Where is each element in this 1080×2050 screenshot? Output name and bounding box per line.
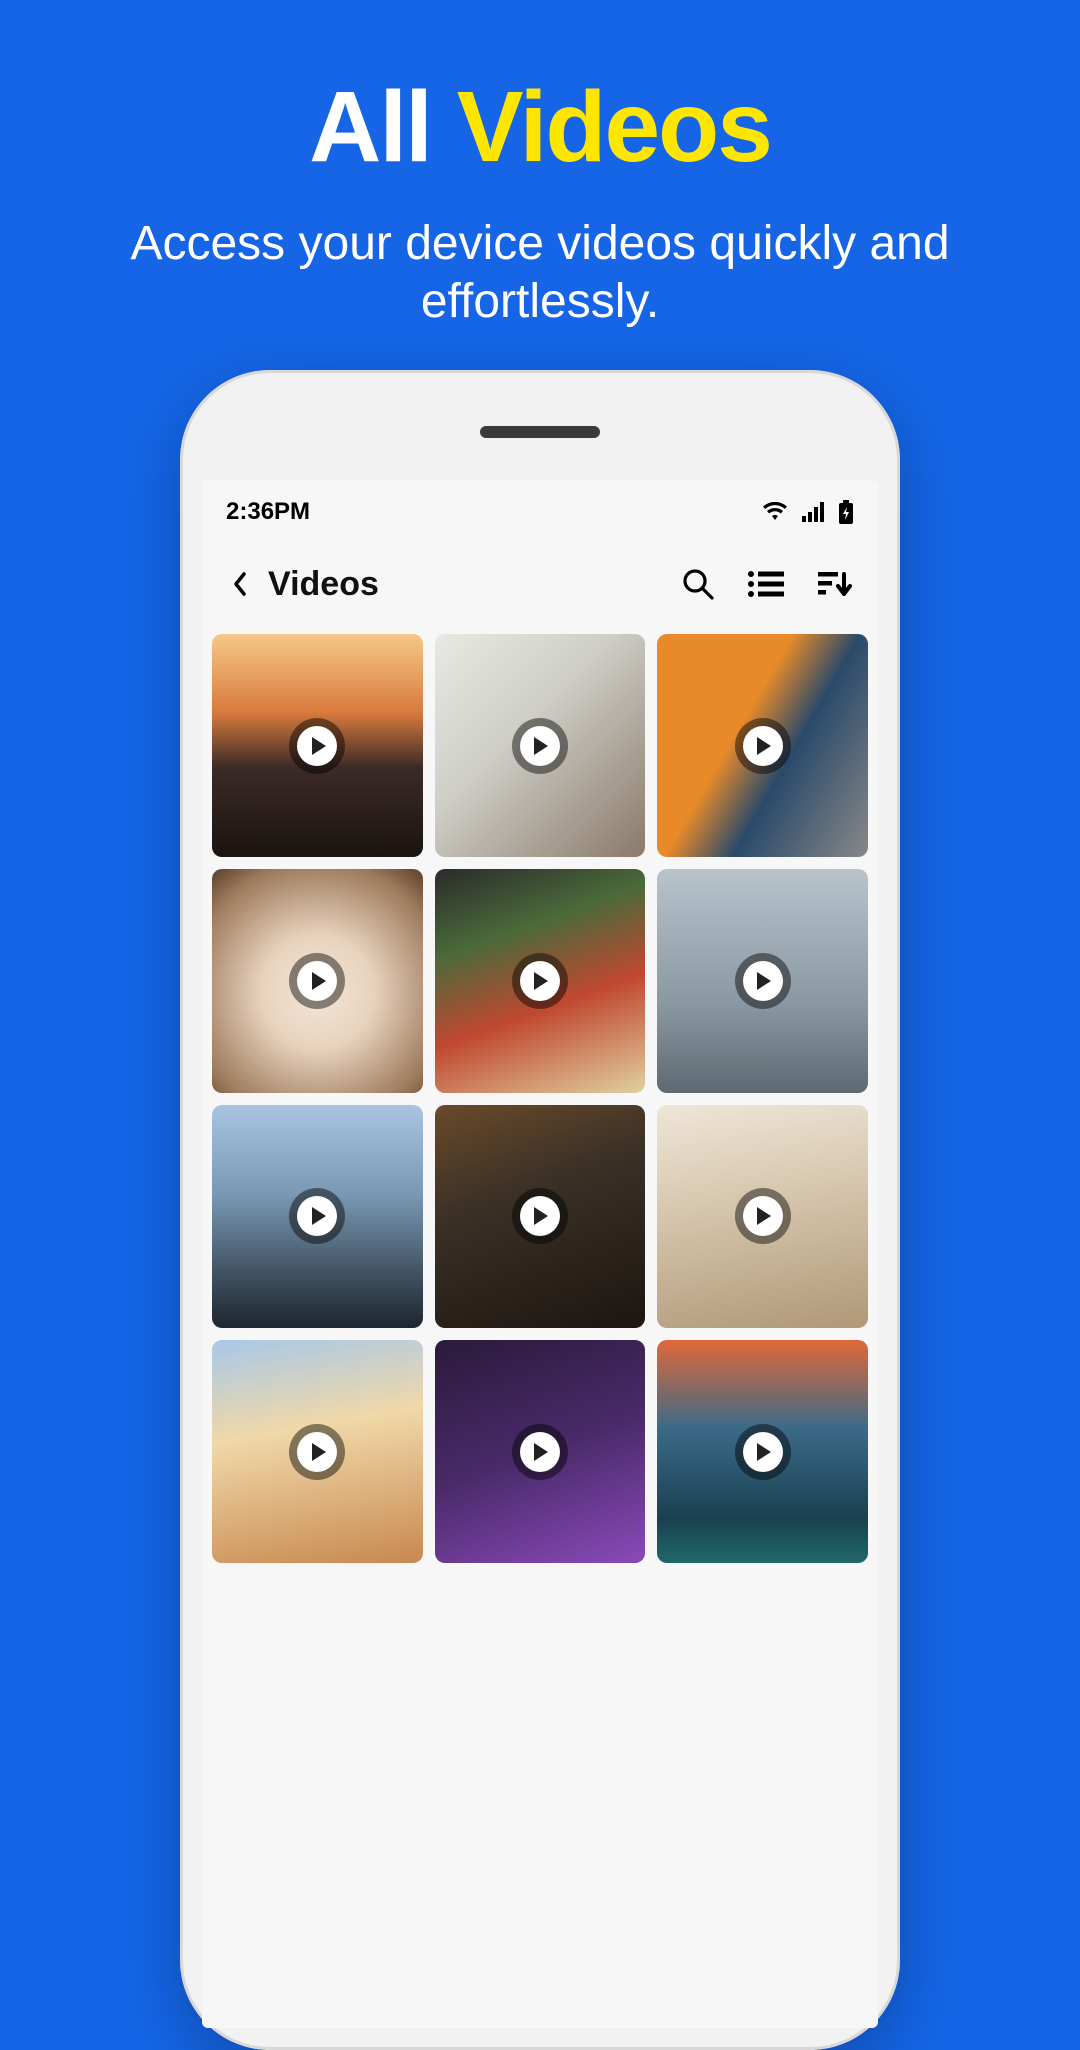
hero-title-word-1: All <box>309 71 431 183</box>
play-icon <box>289 953 345 1009</box>
status-time: 2:36PM <box>226 498 310 526</box>
video-thumbnail[interactable] <box>212 1105 423 1328</box>
back-button[interactable] <box>216 560 264 608</box>
battery-icon <box>838 500 854 524</box>
video-grid <box>202 624 878 1563</box>
chevron-left-icon <box>230 570 250 598</box>
appbar-title: Videos <box>268 565 379 604</box>
status-bar: 2:36PM <box>202 480 878 544</box>
video-thumbnail[interactable] <box>657 1340 868 1563</box>
status-indicators <box>762 500 854 524</box>
play-icon <box>512 718 568 774</box>
sort-button[interactable] <box>804 554 864 614</box>
play-icon <box>512 1424 568 1480</box>
search-button[interactable] <box>668 554 728 614</box>
video-thumbnail[interactable] <box>657 869 868 1092</box>
play-icon <box>289 1424 345 1480</box>
list-view-button[interactable] <box>736 554 796 614</box>
hero-subtitle: Access your device videos quickly and ef… <box>0 185 1080 330</box>
sort-icon <box>816 568 852 600</box>
phone-frame: 2:36PM Videos <box>180 370 900 2050</box>
phone-screen: 2:36PM Videos <box>202 480 878 2028</box>
video-thumbnail[interactable] <box>435 869 646 1092</box>
video-thumbnail[interactable] <box>657 634 868 857</box>
video-thumbnail[interactable] <box>435 1105 646 1328</box>
play-icon <box>735 1424 791 1480</box>
video-thumbnail[interactable] <box>212 869 423 1092</box>
wifi-icon <box>762 502 788 522</box>
video-thumbnail[interactable] <box>435 634 646 857</box>
video-thumbnail[interactable] <box>657 1105 868 1328</box>
play-icon <box>289 1188 345 1244</box>
hero-title: All Videos <box>0 0 1080 185</box>
play-icon <box>735 1188 791 1244</box>
play-icon <box>735 718 791 774</box>
play-icon <box>735 953 791 1009</box>
play-icon <box>289 718 345 774</box>
hero-title-word-2: Videos <box>457 71 771 183</box>
play-icon <box>512 953 568 1009</box>
video-thumbnail[interactable] <box>212 634 423 857</box>
phone-speaker <box>480 426 600 438</box>
video-thumbnail[interactable] <box>435 1340 646 1563</box>
list-icon <box>746 568 786 600</box>
play-icon <box>512 1188 568 1244</box>
signal-icon <box>802 502 824 522</box>
video-thumbnail[interactable] <box>212 1340 423 1563</box>
app-bar: Videos <box>202 544 878 624</box>
search-icon <box>680 566 716 602</box>
